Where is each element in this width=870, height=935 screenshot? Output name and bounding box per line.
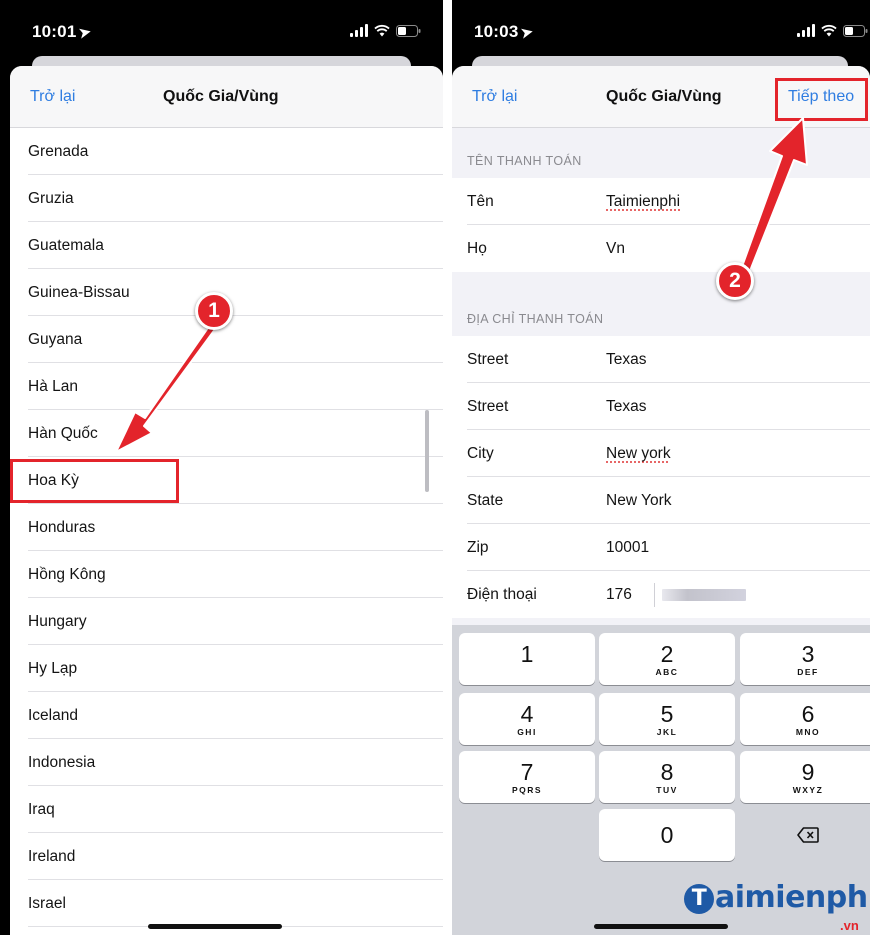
watermark-logo: Taimienphi — [684, 880, 870, 915]
watermark-initial: T — [684, 884, 714, 914]
step-badge-2: 2 — [716, 262, 754, 300]
watermark-brand: aimienphi — [715, 880, 870, 915]
arrow-step-1-icon — [0, 0, 870, 935]
step-badge-1: 1 — [195, 292, 233, 330]
watermark-suffix: .vn — [840, 918, 859, 933]
